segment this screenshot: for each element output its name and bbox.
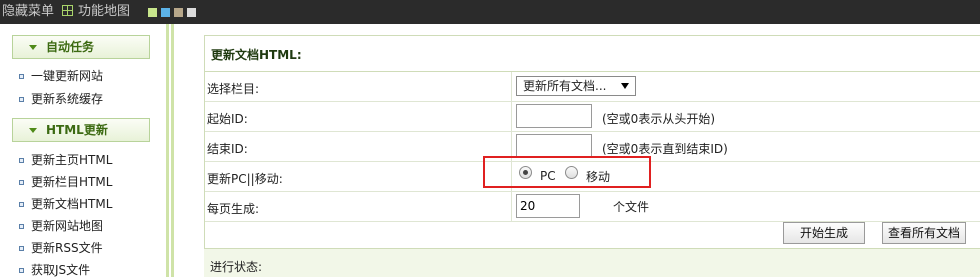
bullet-icon	[19, 180, 24, 185]
sidebar-section-auto-tasks[interactable]: 自动任务	[12, 35, 150, 59]
sidebar-item-update-category[interactable]: 更新栏目HTML	[19, 174, 112, 190]
sidebar-section-html-update[interactable]: HTML更新	[12, 118, 150, 142]
theme-swatches	[148, 8, 200, 22]
sidebar-item-get-js[interactable]: 获取JS文件	[19, 262, 90, 278]
bullet-icon	[19, 268, 24, 273]
sidebar-item-update-home[interactable]: 更新主页HTML	[19, 152, 112, 168]
theme-swatch-gray[interactable]	[187, 8, 196, 17]
column-divider	[511, 192, 512, 221]
start-id-label: 起始ID:	[207, 112, 248, 126]
bullet-icon	[19, 158, 24, 163]
sidebar-item-update-cache[interactable]: 更新系统缓存	[19, 91, 103, 107]
hide-menu-link[interactable]: 隐藏菜单	[2, 3, 54, 20]
form-header: 更新文档HTML:	[205, 36, 980, 72]
end-id-label: 结束ID:	[207, 142, 248, 156]
sidebar-divider	[166, 24, 174, 277]
chevron-down-icon	[29, 128, 37, 133]
view-all-docs-button[interactable]: 查看所有文档	[882, 222, 966, 244]
highlight-box	[483, 156, 651, 188]
function-map-label: 功能地图	[78, 4, 131, 19]
chevron-down-icon	[29, 45, 37, 50]
bullet-icon	[19, 202, 24, 207]
column-divider	[511, 72, 512, 101]
dropdown-arrow-icon	[621, 83, 629, 89]
bullet-icon	[19, 97, 24, 102]
sidebar-item-update-rss[interactable]: 更新RSS文件	[19, 240, 103, 256]
row-category: 选择栏目: 更新所有文档...	[205, 72, 980, 102]
bullet-icon	[19, 246, 24, 251]
theme-swatch-green[interactable]	[148, 8, 157, 17]
sidebar-item-update-docs[interactable]: 更新文档HTML	[19, 196, 112, 212]
sidebar-item-update-site[interactable]: 一键更新网站	[19, 68, 103, 84]
category-select[interactable]: 更新所有文档...	[516, 76, 636, 96]
end-id-input[interactable]	[516, 134, 592, 158]
section-title: 自动任务	[46, 40, 95, 54]
grid-icon	[62, 5, 73, 16]
top-bar: 隐藏菜单 功能地图	[0, 0, 980, 24]
end-id-hint: (空或0表示直到结束ID)	[602, 142, 728, 156]
start-id-hint: (空或0表示从头开始)	[602, 112, 715, 126]
row-start-id: 起始ID: (空或0表示从头开始)	[205, 102, 980, 132]
column-divider	[511, 102, 512, 131]
mode-label: 更新PC||移动:	[207, 172, 283, 186]
function-map-link[interactable]: 功能地图	[62, 3, 130, 20]
start-generate-button[interactable]: 开始生成HTML	[783, 222, 865, 260]
row-per-page: 每页生成: 个文件	[205, 192, 980, 222]
bullet-icon	[19, 224, 24, 229]
per-page-label: 每页生成:	[207, 202, 260, 216]
sidebar-item-update-sitemap[interactable]: 更新网站地图	[19, 218, 103, 234]
theme-swatch-blue[interactable]	[161, 8, 170, 17]
per-page-input[interactable]	[516, 194, 580, 218]
start-id-input[interactable]	[516, 104, 592, 128]
per-page-unit: 个文件	[613, 200, 650, 214]
bullet-icon	[19, 74, 24, 79]
status-label: 进行状态:	[210, 260, 263, 274]
status-row: 进行状态:	[204, 248, 980, 277]
section-title: HTML更新	[46, 123, 108, 137]
page-title: 更新文档HTML:	[211, 48, 302, 62]
category-label: 选择栏目:	[207, 82, 260, 96]
theme-swatch-tan[interactable]	[174, 8, 183, 17]
category-select-value: 更新所有文档...	[523, 79, 607, 93]
